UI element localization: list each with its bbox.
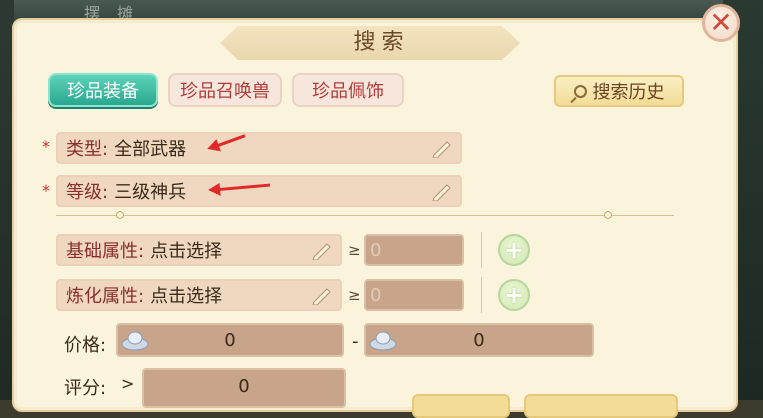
add-refine-attribute-button[interactable]: + [498, 279, 530, 311]
divider-ornament [116, 211, 124, 219]
divider-ornament [604, 211, 612, 219]
refine-attribute-value: 点击选择 [150, 286, 223, 307]
price-max-value: 0 [473, 329, 485, 351]
add-base-attribute-button[interactable]: + [498, 234, 530, 266]
pencil-icon [312, 288, 331, 305]
type-label: 类型: [66, 139, 109, 160]
close-button[interactable]: ✕ [702, 4, 740, 42]
base-attribute-label: 基础属性: [66, 241, 145, 262]
bottom-action-button[interactable] [412, 394, 510, 418]
vertical-separator [481, 277, 482, 313]
tab-treasure-equipment[interactable]: 珍品装备 [48, 73, 158, 107]
level-field[interactable]: 等级: 三级神兵 [56, 175, 462, 207]
bottom-action-button[interactable] [524, 394, 678, 418]
required-marker: * [42, 137, 50, 156]
plus-icon: + [503, 236, 525, 264]
pencil-icon [432, 141, 451, 158]
refine-attribute-label: 炼化属性: [66, 286, 145, 307]
price-max-input[interactable]: 0 [364, 323, 594, 357]
tab-treasure-accessory[interactable]: 珍品佩饰 [292, 73, 404, 107]
pencil-icon [312, 243, 331, 260]
price-label: 价格: [64, 335, 107, 356]
base-attribute-field[interactable]: 基础属性: 点击选择 [56, 234, 342, 266]
score-label: 评分: [64, 378, 107, 399]
vertical-separator [481, 232, 482, 268]
silver-ingot-icon [121, 331, 149, 351]
type-value: 全部武器 [114, 139, 187, 160]
price-min-input[interactable]: 0 [116, 323, 344, 357]
plus-icon: + [503, 281, 525, 309]
search-history-button[interactable]: 搜索历史 [554, 75, 684, 107]
greater-equal-sign: ≥ [348, 286, 361, 304]
greater-equal-sign: ≥ [348, 241, 361, 259]
score-greater-sign: > [121, 374, 135, 393]
magnifier-icon [573, 84, 587, 98]
price-min-value: 0 [224, 329, 236, 351]
silver-ingot-icon [369, 331, 397, 351]
search-history-label: 搜索历史 [592, 82, 665, 103]
refine-attribute-min-input[interactable]: 0 [364, 279, 464, 311]
level-label: 等级: [66, 182, 109, 203]
type-field[interactable]: 类型: 全部武器 [56, 132, 462, 164]
level-value: 三级神兵 [114, 182, 187, 203]
pencil-icon [432, 184, 451, 201]
base-attribute-value: 点击选择 [150, 241, 223, 262]
score-min-input[interactable]: 0 [142, 368, 346, 408]
close-icon: ✕ [709, 6, 733, 39]
refine-attribute-field[interactable]: 炼化属性: 点击选择 [56, 279, 342, 311]
section-divider [56, 215, 674, 216]
dialog-title: 搜索 [353, 30, 410, 55]
tab-treasure-summon[interactable]: 珍品召唤兽 [168, 73, 282, 107]
base-attribute-min-input[interactable]: 0 [364, 234, 464, 266]
required-marker: * [42, 181, 50, 200]
price-range-separator: - [352, 331, 359, 352]
